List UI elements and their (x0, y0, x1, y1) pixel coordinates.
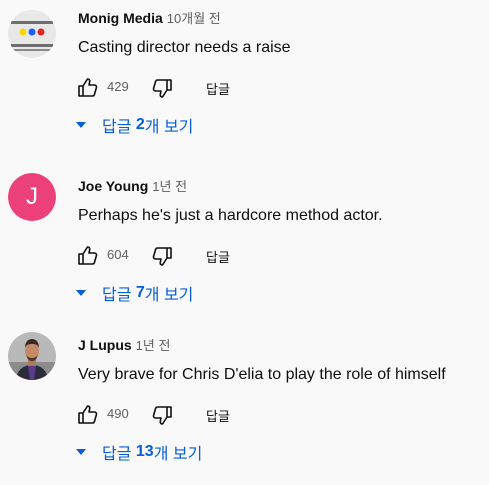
author-line: Joe Young 1년 전 (78, 176, 187, 197)
comment-text: Casting director needs a raise (78, 39, 291, 56)
comment: J Lupus 1년 전 Very brave for Chris D'elia … (0, 327, 489, 485)
dislike-button[interactable] (150, 403, 174, 427)
reply-button[interactable]: 답글 (206, 79, 230, 98)
like-count: 604 (107, 247, 129, 262)
avatar-letter: J (26, 183, 38, 210)
comment-actions: 604 답글 (76, 244, 276, 268)
comment: J Joe Young 1년 전 Perhaps he's just a hard… (0, 168, 489, 326)
avatar[interactable] (8, 10, 56, 58)
replies-count: 13 (135, 443, 154, 460)
replies-prefix: 답글 (102, 119, 136, 136)
replies-suffix: 개 보기 (144, 119, 194, 136)
replies-suffix: 개 보기 (153, 446, 203, 463)
caret-down-icon (76, 449, 86, 455)
avatar[interactable] (8, 332, 56, 380)
comment-time[interactable]: 10개월 전 (167, 11, 221, 26)
author-line: Monig Media 10개월 전 (78, 8, 221, 29)
avatar-image (8, 10, 56, 58)
view-replies-button[interactable]: 답글 7개 보기 (72, 279, 193, 307)
comment-text: Perhaps he's just a hardcore method acto… (78, 207, 383, 224)
thumb-up-icon (78, 405, 98, 424)
comment-text: Very brave for Chris D'elia to play the … (78, 366, 446, 383)
replies-prefix: 답글 (102, 287, 136, 304)
author-line: J Lupus 1년 전 (78, 335, 170, 356)
like-button[interactable] (76, 244, 100, 268)
like-count: 490 (107, 406, 129, 421)
author-name[interactable]: Joe Young (78, 178, 148, 194)
comment-time[interactable]: 1년 전 (152, 179, 187, 194)
caret-down-icon (76, 290, 86, 296)
thumb-down-icon (152, 406, 172, 425)
thumb-up-icon (78, 246, 98, 265)
replies-prefix: 답글 (102, 446, 136, 463)
thumb-down-icon (152, 247, 172, 266)
avatar[interactable]: J (8, 173, 56, 221)
comment-actions: 490 답글 (76, 403, 276, 427)
avatar-image (8, 332, 56, 380)
view-replies-button[interactable]: 답글 13 개 보기 (72, 438, 202, 466)
replies-count: 2 (135, 116, 145, 133)
reply-button[interactable]: 답글 (206, 406, 230, 425)
comment: Monig Media 10개월 전 Casting director needs… (0, 0, 489, 158)
view-replies-button[interactable]: 답글 2개 보기 (72, 111, 193, 139)
dislike-button[interactable] (150, 76, 174, 100)
thumb-up-icon (78, 78, 98, 97)
caret-down-icon (76, 122, 86, 128)
reply-button[interactable]: 답글 (206, 247, 230, 266)
comment-actions: 429 답글 (76, 76, 276, 100)
thumb-down-icon (152, 79, 172, 98)
like-button[interactable] (76, 403, 100, 427)
dislike-button[interactable] (150, 244, 174, 268)
comment-time[interactable]: 1년 전 (136, 338, 171, 353)
author-name[interactable]: J Lupus (78, 337, 132, 353)
like-button[interactable] (76, 76, 100, 100)
replies-suffix: 개 보기 (144, 287, 194, 304)
like-count: 429 (107, 79, 129, 94)
author-name[interactable]: Monig Media (78, 10, 163, 26)
replies-count: 7 (135, 284, 145, 301)
